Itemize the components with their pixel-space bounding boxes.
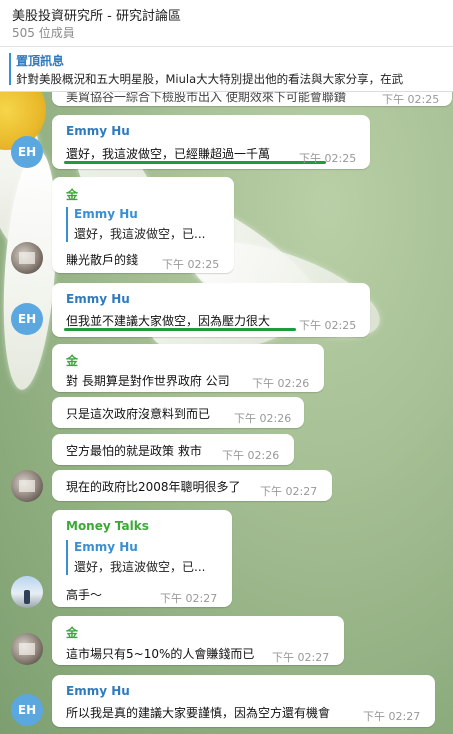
message-text: 所以我是真的建議大家要謹慎，因為空方還有機會 (66, 706, 331, 720)
message-time: 下午 02:27 (160, 592, 218, 605)
message-text: 現在的政府比2008年聰明很多了 (66, 480, 241, 494)
message-text: 空方最怕的就是政策 救市 (66, 444, 202, 458)
message-bubble[interactable]: 只是這次政府沒意料到而已 下午 02:26 (52, 397, 304, 428)
message-bubble[interactable]: 金 這市場只有5~10%的人會賺錢而已 下午 02:27 (52, 616, 344, 665)
pinned-title: 置頂訊息 (16, 54, 65, 68)
pinned-text: 針對美股概況和五大明星股，Miula大大特別提出他的看法與大家分享，在武 (16, 72, 404, 86)
avatar-emmy-hu[interactable]: EH (11, 303, 43, 335)
sender-name[interactable]: Emmy Hu (66, 292, 130, 306)
text-underline-mark (64, 328, 296, 331)
reply-sender: Emmy Hu (74, 207, 138, 221)
message-bubble[interactable]: 金 對 長期算是對作世界政府 公司 下午 02:26 (52, 344, 324, 392)
message-time: 下午 02:25 (299, 319, 357, 332)
message-time: 下午 02:27 (272, 651, 330, 664)
message-text: 對 長期算是對作世界政府 公司 (66, 374, 230, 388)
sender-name[interactable]: 金 (66, 186, 78, 203)
message-bubble[interactable]: 現在的政府比2008年聰明很多了 下午 02:27 (52, 470, 332, 501)
avatar-emmy-hu[interactable]: EH (11, 694, 43, 726)
reply-quote[interactable]: Emmy Hu 還好，我這波做空，已... (66, 540, 205, 575)
message-bubble[interactable]: 空方最怕的就是政策 救市 下午 02:26 (52, 434, 294, 465)
message-bubble[interactable]: Emmy Hu 所以我是真的建議大家要謹慎，因為空方還有機會 下午 02:27 (52, 675, 435, 727)
avatar-jin[interactable] (11, 633, 43, 665)
sender-name[interactable]: 金 (66, 352, 78, 369)
avatar-emmy-hu[interactable]: EH (11, 136, 43, 168)
message-time: 下午 02:25 (382, 93, 440, 106)
sender-name[interactable]: Emmy Hu (66, 684, 130, 698)
message-bubble[interactable]: Emmy Hu 還好，我這波做空，已經賺超過一千萬 下午 02:25 (52, 115, 370, 169)
message-time: 下午 02:26 (234, 412, 292, 425)
sender-name[interactable]: Money Talks (66, 519, 149, 533)
pinned-message[interactable]: 置頂訊息 針對美股概況和五大明星股，Miula大大特別提出他的看法與大家分享，在… (0, 47, 453, 92)
group-title: 美股投資研究所 - 研究討論區 (12, 9, 181, 24)
message-time: 下午 02:25 (162, 258, 220, 271)
message-time: 下午 02:27 (363, 710, 421, 723)
message-text: 這市場只有5~10%的人會賺錢而已 (66, 647, 255, 661)
pinned-accent-bar (9, 53, 11, 85)
message-bubble[interactable]: 金 Emmy Hu 還好，我這波做空，已... 賺光散戶的錢 下午 02:25 (52, 177, 234, 273)
message-time: 下午 02:25 (299, 152, 357, 165)
message-text: 但我並不建議大家做空，因為壓力很大 (66, 314, 271, 328)
message-time: 下午 02:27 (260, 485, 318, 498)
avatar-money-talks[interactable] (11, 576, 43, 608)
message-bubble[interactable]: Money Talks Emmy Hu 還好，我這波做空，已... 高手～ 下午… (52, 510, 232, 607)
message-text: 還好，我這波做空，已經賺超過一千萬 (66, 147, 271, 161)
avatar-jin[interactable] (11, 242, 43, 274)
message-time: 下午 02:26 (222, 449, 280, 462)
reply-text: 還好，我這波做空，已... (74, 227, 206, 241)
reply-text: 還好，我這波做空，已... (74, 560, 206, 574)
avatar-jin[interactable] (11, 470, 43, 502)
message-text: 高手～ (66, 588, 103, 602)
reply-sender: Emmy Hu (74, 540, 138, 554)
message-time: 下午 02:26 (252, 377, 310, 390)
member-count: 505 位成員 (12, 26, 75, 40)
message-text: 只是這次政府沒意料到而已 (66, 407, 211, 421)
sender-name[interactable]: Emmy Hu (66, 124, 130, 138)
message-text: 賺光散戶的錢 (66, 253, 139, 267)
text-underline-mark (64, 161, 326, 164)
chat-header[interactable]: 美股投資研究所 - 研究討論區 505 位成員 (0, 0, 453, 47)
reply-quote[interactable]: Emmy Hu 還好，我這波做空，已... (66, 207, 205, 242)
message-bubble[interactable]: Emmy Hu 但我並不建議大家做空，因為壓力很大 下午 02:25 (52, 283, 370, 337)
sender-name[interactable]: 金 (66, 624, 78, 641)
